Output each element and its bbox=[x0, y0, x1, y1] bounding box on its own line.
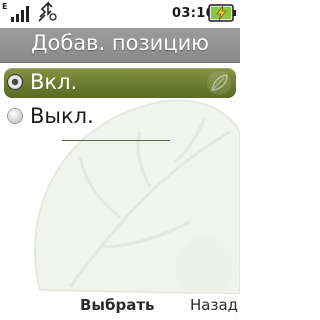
back-softkey[interactable]: Назад bbox=[190, 296, 238, 314]
option-label-off: Выкл. bbox=[30, 104, 94, 128]
option-on[interactable]: Вкл. bbox=[4, 68, 236, 98]
radio-selected-icon[interactable] bbox=[8, 75, 22, 89]
select-softkey[interactable]: Выбрать bbox=[80, 296, 155, 314]
radio-unselected-icon[interactable] bbox=[8, 109, 22, 123]
page-title: Добав. позицию bbox=[31, 31, 209, 55]
bluetooth-connectivity-icon bbox=[38, 1, 57, 22]
option-off[interactable]: Выкл. bbox=[4, 102, 236, 132]
title-bar: Добав. позицию bbox=[0, 28, 240, 63]
signal-strength-icon bbox=[11, 6, 29, 22]
status-bar: E 03:16 bbox=[0, 0, 240, 28]
network-type-indicator: E bbox=[2, 2, 8, 11]
leaf-icon bbox=[207, 71, 231, 95]
divider bbox=[62, 140, 170, 141]
battery-charging-icon bbox=[208, 4, 236, 22]
option-label-on: Вкл. bbox=[30, 70, 78, 94]
